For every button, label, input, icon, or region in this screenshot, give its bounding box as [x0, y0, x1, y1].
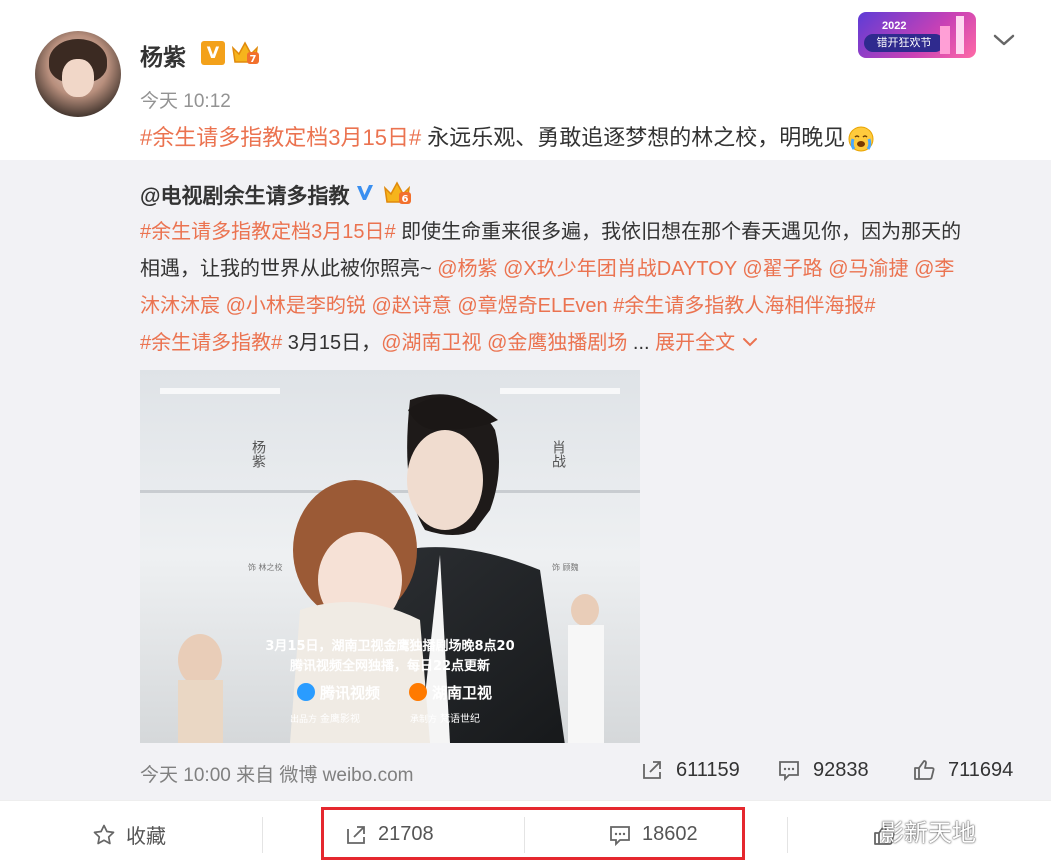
- tencent-video-logo-icon: [297, 683, 315, 701]
- comment-icon: [779, 761, 799, 782]
- mention-or-hashtag-link[interactable]: #余生请多指教人海相伴海报#: [613, 295, 875, 317]
- poster-role-left: 饰 林之校: [248, 562, 283, 572]
- author-name[interactable]: 杨紫: [140, 38, 186, 72]
- mention-or-hashtag-link[interactable]: @翟子路: [742, 258, 822, 280]
- banner-building-icon: [940, 26, 950, 54]
- blue-verified-icon: [357, 185, 373, 200]
- expand-chevron-down-icon[interactable]: [741, 335, 759, 349]
- watermark-text: 影新天地: [880, 820, 976, 847]
- poster-artwork: 杨紫 肖战 3月15日，湖南卫视金鹰独播剧场晚8点20 腾讯视频全网独播，每日2…: [140, 370, 640, 743]
- event-banner[interactable]: 2022 错开狂欢节: [858, 12, 976, 58]
- poster-logo-1: 腾讯视频: [319, 684, 380, 702]
- post-hashtag[interactable]: #余生请多指教定档3月15日#: [140, 125, 421, 150]
- red-highlight-annotation: [321, 807, 745, 860]
- share-icon: [643, 761, 661, 779]
- mention-or-hashtag-link[interactable]: @杨紫: [437, 258, 497, 280]
- repost-footer: 今天 10:00 来自 微博 weibo.com: [140, 765, 414, 786]
- repost-body-line: #余生请多指教# 3月15日，@湖南卫视 @金鹰独播剧场 ... 展开全文: [140, 325, 1020, 362]
- mention-or-hashtag-link[interactable]: @湖南卫视: [381, 332, 481, 354]
- poster-producer-label: 出品方: [290, 713, 317, 725]
- repost-body-text: 3月15日，: [282, 332, 382, 354]
- svg-text:6: 6: [402, 194, 409, 205]
- poster-tagline-1: 3月15日，湖南卫视金鹰独播剧场晚8点20: [265, 638, 514, 654]
- post-time: 今天 10:12: [140, 91, 231, 112]
- poster-cofounder-label: 承制方: [410, 713, 437, 725]
- repost-body-line: 沐沐沐宸 @小林是李昀锐 @赵诗意 @章煜奇ELEven #余生请多指教人海相伴…: [140, 288, 1020, 325]
- repost-like-value: 711694: [948, 758, 1014, 781]
- mention-or-hashtag-link[interactable]: @章煜奇ELEven: [457, 295, 607, 317]
- post-header: 杨紫 V 7 今天 10:12 #余生请多指教定档3月15日# 永远乐观、勇敢追…: [0, 0, 1051, 160]
- mention-or-hashtag-link[interactable]: @小林是李昀锐: [226, 295, 366, 317]
- mention-or-hashtag-link[interactable]: @金鹰独播剧场: [487, 332, 627, 354]
- mention-or-hashtag-link[interactable]: @李: [914, 258, 954, 280]
- mention-or-hashtag-link[interactable]: 沐沐沐宸: [140, 295, 220, 317]
- repost-share-count[interactable]: 611159: [640, 758, 740, 782]
- repost-author[interactable]: @电视剧余生请多指教: [140, 180, 349, 210]
- poster-logo-2: 湖南卫视: [432, 684, 492, 702]
- svg-text:7: 7: [250, 54, 257, 65]
- mention-or-hashtag-link[interactable]: #余生请多指教#: [140, 332, 282, 354]
- crying-emoji-icon: [848, 126, 874, 152]
- poster-tagline-2: 腾讯视频全网独播，每日22点更新: [289, 658, 490, 674]
- event-banner-label: 错开狂欢节: [864, 34, 944, 52]
- repost-body-text: ...: [627, 332, 656, 354]
- avatar-face: [62, 59, 94, 97]
- event-banner-year: 2022: [882, 20, 907, 32]
- poster-name-right: 肖战: [550, 440, 566, 469]
- repost-share-value: 611159: [676, 758, 740, 781]
- banner-tower-icon: [956, 16, 964, 54]
- poster-name-left: 杨紫: [250, 440, 266, 468]
- poster-producer: 金鹰影视: [320, 712, 360, 725]
- mention-or-hashtag-link[interactable]: @马渝捷: [828, 258, 908, 280]
- poster-cofounder: 梵语世纪: [440, 713, 480, 725]
- repost-body-text: 即使生命重来很多遍，我依旧想在那个春天遇见你，因为那天的: [395, 221, 962, 243]
- repost-body-line: #余生请多指教定档3月15日# 即使生命重来很多遍，我依旧想在那个春天遇见你，因…: [140, 214, 1020, 251]
- expand-full-text-link[interactable]: 展开全文: [655, 332, 735, 354]
- mention-or-hashtag-link[interactable]: @赵诗意: [371, 295, 451, 317]
- repost-body: #余生请多指教定档3月15日# 即使生命重来很多遍，我依旧想在那个春天遇见你，因…: [140, 214, 1020, 362]
- chevron-down-icon[interactable]: [990, 28, 1018, 52]
- vip-crown-icon: 6: [383, 181, 411, 205]
- hunan-tv-logo-icon: [409, 683, 427, 701]
- mention-or-hashtag-link[interactable]: @X玖少年团肖战DAYTOY: [503, 258, 737, 280]
- repost-body-text: 相遇，让我的世界从此被你照亮~: [140, 258, 438, 280]
- repost-comment-count[interactable]: 92838: [777, 758, 869, 782]
- thumbs-up-icon: [914, 760, 935, 780]
- verified-v-icon: V: [201, 41, 225, 65]
- post-body: 永远乐观、勇敢追逐梦想的林之校，明晚见: [421, 125, 846, 150]
- vip-crown-icon: 7: [231, 41, 259, 65]
- avatar[interactable]: [35, 31, 121, 117]
- favorite-button[interactable]: 收藏: [92, 801, 166, 867]
- mention-or-hashtag-link[interactable]: #余生请多指教定档3月15日#: [140, 221, 396, 243]
- action-divider: [262, 817, 263, 853]
- poster-role-right: 饰 顾魏: [552, 562, 579, 572]
- favorite-label: 收藏: [126, 826, 166, 848]
- repost-like-count[interactable]: 711694: [912, 758, 1013, 782]
- repost-comment-value: 92838: [813, 758, 869, 781]
- repost-card: @电视剧余生请多指教 6 #余生请多指教定档3月15日# 即使生命重来很多遍，我…: [0, 160, 1051, 800]
- post-text: #余生请多指教定档3月15日# 永远乐观、勇敢追逐梦想的林之校，明晚见: [140, 120, 875, 153]
- action-divider: [787, 817, 788, 853]
- drama-poster-image[interactable]: 杨紫 肖战 3月15日，湖南卫视金鹰独播剧场晚8点20 腾讯视频全网独播，每日2…: [140, 370, 640, 743]
- star-icon: [93, 824, 115, 844]
- repost-body-line: 相遇，让我的世界从此被你照亮~ @杨紫 @X玖少年团肖战DAYTOY @翟子路 …: [140, 251, 1020, 288]
